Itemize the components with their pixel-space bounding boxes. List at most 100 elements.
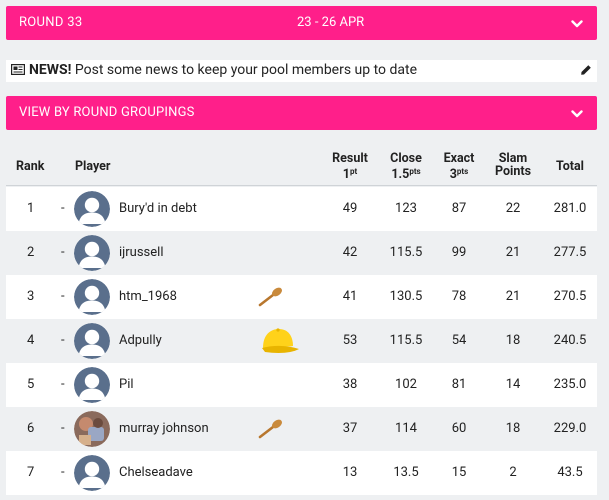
header-exact-sup: pts [456,167,469,176]
rank-change: - [61,421,65,436]
avatar-icon[interactable] [74,367,110,403]
slam-cell: 18 [505,421,521,436]
header-exact[interactable]: Exact 3pts [439,152,479,181]
avatar-icon[interactable] [74,279,110,315]
rank-change: - [61,201,65,216]
player-name[interactable]: Pil [119,377,134,392]
exact-cell: 78 [451,289,467,304]
header-exact-line1: Exact [443,151,475,166]
header-result-line2: 1 [342,167,350,182]
total-cell: 229.0 [553,421,587,436]
total-cell: 270.5 [553,289,587,304]
result-cell: 53 [342,333,358,348]
player-name[interactable]: ijrussell [119,245,163,260]
rank-change: - [61,289,65,304]
round-groupings-bar[interactable]: VIEW BY ROUND GROUPINGS [6,96,597,130]
avatar-icon[interactable] [74,455,110,491]
slam-cell: 21 [505,289,521,304]
round-selector-bar[interactable]: ROUND 33 23 - 26 APR [6,6,597,40]
news-text: NEWS! Post some news to keep your pool m… [29,62,417,78]
result-cell: 41 [342,289,358,304]
table-row[interactable]: 6 - murray johnson 37 114 60 18 229.0 [6,407,597,451]
rank-cell: 2 [27,245,35,260]
round-groupings-label: VIEW BY ROUND GROUPINGS [19,105,195,120]
table-row[interactable]: 2 - ijrussell 42 115.5 99 21 277.5 [6,231,597,275]
wooden-spoon-icon [258,287,284,311]
close-cell: 123 [395,201,417,216]
total-cell: 43.5 [557,465,583,480]
table-row[interactable]: 3 - htm_1968 41 130.5 78 21 270.5 [6,275,597,319]
player-name[interactable]: murray johnson [119,421,209,436]
chevron-down-icon[interactable] [571,18,583,30]
news-banner: NEWS! Post some news to keep your pool m… [6,60,597,82]
avatar-icon[interactable] [74,191,110,227]
player-name[interactable]: Adpully [119,333,162,348]
player-name[interactable]: Chelseadave [119,465,193,480]
slam-cell: 18 [505,333,521,348]
result-cell: 37 [342,421,358,436]
rank-change: - [61,245,65,260]
pencil-icon[interactable] [580,64,592,76]
header-slam-line2: Points [495,164,531,179]
exact-cell: 60 [451,421,467,436]
rank-cell: 1 [27,201,35,216]
result-cell: 42 [342,245,358,260]
avatar-icon[interactable] [74,235,110,271]
header-player[interactable]: Player [75,160,111,173]
player-name[interactable]: htm_1968 [119,289,177,304]
wooden-spoon-icon [258,419,284,443]
player-name[interactable]: Bury'd in debt [119,201,197,216]
total-cell: 235.0 [553,377,587,392]
rank-cell: 3 [27,289,35,304]
close-cell: 102 [395,377,417,392]
slam-cell: 22 [505,201,521,216]
news-label: NEWS! [29,62,72,78]
exact-cell: 81 [451,377,467,392]
rank-cell: 4 [27,333,35,348]
result-cell: 49 [342,201,358,216]
table-row[interactable]: 4 - Adpully 53 115.5 54 18 240.5 [6,319,597,363]
total-cell: 277.5 [553,245,587,260]
exact-cell: 15 [451,465,467,480]
table-row[interactable]: 7 - Chelseadave 13 13.5 15 2 43.5 [6,451,597,495]
header-close-line1: Close [390,151,422,166]
rank-change: - [61,465,65,480]
header-result[interactable]: Result 1pt [330,152,370,181]
close-cell: 115.5 [389,245,423,260]
slam-cell: 14 [505,377,521,392]
rank-cell: 7 [27,465,35,480]
header-close[interactable]: Close 1.5pts [386,152,426,181]
newspaper-icon [11,64,25,75]
slam-cell: 2 [509,465,517,480]
chevron-down-icon[interactable] [571,108,583,120]
table-header: Rank Player Result 1pt Close 1.5pts Exac… [6,146,597,186]
avatar-icon[interactable] [74,323,110,359]
header-slam[interactable]: Slam Points [493,152,533,178]
total-cell: 240.5 [553,333,587,348]
rank-cell: 5 [27,377,35,392]
total-cell: 281.0 [553,201,587,216]
exact-cell: 99 [451,245,467,260]
exact-cell: 87 [451,201,467,216]
header-total[interactable]: Total [550,160,590,173]
yellow-cap-icon [257,326,301,360]
close-cell: 115.5 [389,333,423,348]
round-label: ROUND 33 [19,15,83,30]
news-message: Post some news to keep your pool members… [71,62,418,78]
table-row[interactable]: 5 - Pil 38 102 81 14 235.0 [6,363,597,407]
result-cell: 38 [342,377,358,392]
close-cell: 130.5 [389,289,423,304]
header-close-sup: pts [409,167,421,176]
result-cell: 13 [342,465,358,480]
rank-cell: 6 [27,421,35,436]
table-row[interactable]: 1 - Bury'd in debt 49 123 87 22 281.0 [6,187,597,231]
header-result-sup: pt [349,167,358,176]
header-close-line2: 1.5 [391,167,410,182]
rank-change: - [61,377,65,392]
exact-cell: 54 [451,333,467,348]
close-cell: 13.5 [393,465,419,480]
avatar-photo[interactable] [74,411,110,447]
rank-change: - [61,333,65,348]
header-result-line1: Result [332,151,368,166]
header-rank[interactable]: Rank [16,160,44,173]
